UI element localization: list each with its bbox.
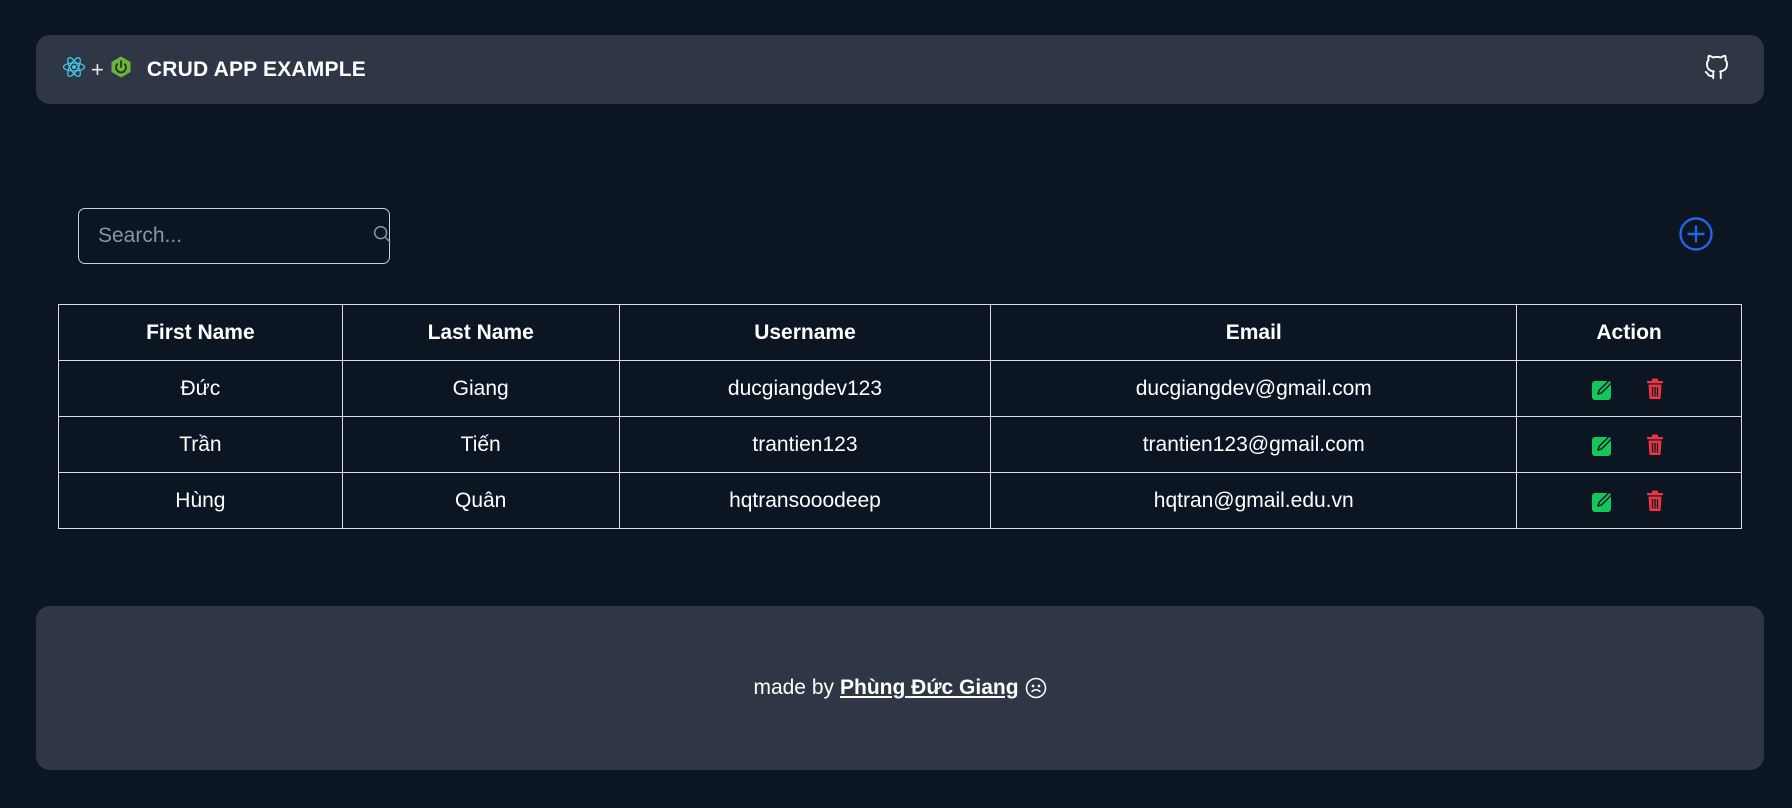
cell-email: ducgiangdev@gmail.com	[990, 360, 1518, 417]
cell-email: hqtran@gmail.edu.vn	[990, 472, 1518, 529]
column-header-action: Action	[1516, 304, 1742, 361]
smile-icon	[1025, 677, 1047, 699]
footer: made by Phùng Đức Giang	[36, 606, 1764, 770]
cell-action	[1516, 472, 1742, 529]
footer-prefix: made by	[753, 676, 834, 699]
table-row: Hùng Quân hqtransooodeep hqtran@gmail.ed…	[58, 472, 1742, 529]
react-logo-icon	[62, 55, 86, 84]
spring-logo-icon	[109, 55, 133, 84]
table-row: Đức Giang ducgiangdev123 ducgiangdev@gma…	[58, 360, 1742, 417]
cell-last-name: Tiến	[341, 416, 620, 473]
column-header-email: Email	[990, 304, 1518, 361]
column-header-username: Username	[618, 304, 992, 361]
plus-circle-icon	[1678, 216, 1714, 257]
author-link[interactable]: Phùng Đức Giang	[840, 676, 1019, 700]
cell-username: hqtransooodeep	[618, 472, 992, 529]
toolbar	[58, 188, 1734, 284]
brand[interactable]: + CRUD APP EXAMPLE	[62, 55, 366, 84]
github-icon	[1702, 52, 1732, 87]
cell-last-name: Quân	[341, 472, 620, 529]
cell-action	[1516, 360, 1742, 417]
trash-icon[interactable]	[1643, 433, 1667, 457]
navbar: + CRUD APP EXAMPLE	[36, 35, 1764, 104]
table-row: Trần Tiến trantien123 trantien123@gmail.…	[58, 416, 1742, 473]
edit-icon[interactable]	[1591, 489, 1615, 513]
cell-last-name: Giang	[341, 360, 620, 417]
cell-username: trantien123	[618, 416, 992, 473]
row-actions	[1517, 377, 1741, 401]
edit-icon[interactable]	[1591, 433, 1615, 457]
search-icon[interactable]	[371, 223, 393, 250]
github-link[interactable]	[1700, 53, 1734, 87]
row-actions	[1517, 433, 1741, 457]
cell-first-name: Trần	[58, 416, 343, 473]
row-actions	[1517, 489, 1741, 513]
app-title: CRUD APP EXAMPLE	[146, 57, 366, 81]
search-input[interactable]	[96, 223, 371, 249]
users-table: First Name Last Name Username Email Acti…	[58, 304, 1742, 529]
search-box[interactable]	[78, 208, 393, 264]
column-header-first-name: First Name	[58, 304, 343, 361]
trash-icon[interactable]	[1643, 377, 1667, 401]
column-header-last-name: Last Name	[341, 304, 620, 361]
table-header-row: First Name Last Name Username Email Acti…	[58, 304, 1742, 361]
add-user-button[interactable]	[1678, 216, 1714, 257]
edit-icon[interactable]	[1591, 377, 1615, 401]
trash-icon[interactable]	[1643, 489, 1667, 513]
cell-first-name: Đức	[58, 360, 343, 417]
cell-first-name: Hùng	[58, 472, 343, 529]
cell-action	[1516, 416, 1742, 473]
cell-email: trantien123@gmail.com	[990, 416, 1518, 473]
cell-username: ducgiangdev123	[618, 360, 992, 417]
plus-symbol: +	[91, 56, 104, 82]
